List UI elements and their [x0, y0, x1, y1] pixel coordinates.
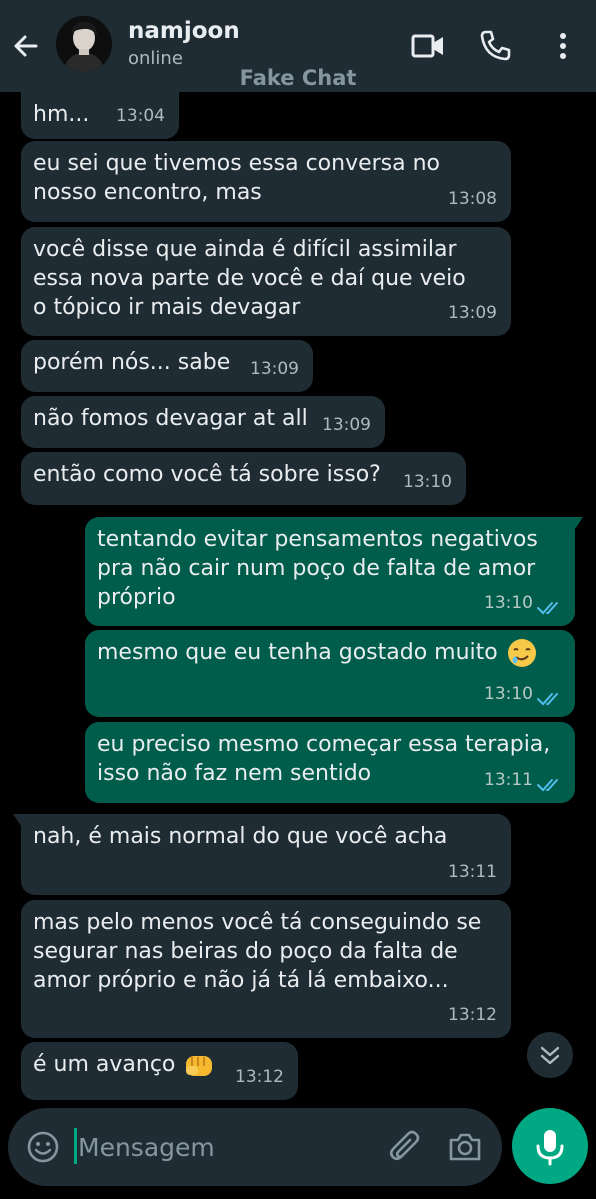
message-text: tentando evitar pensamentos negativos pr…: [97, 527, 545, 610]
message-incoming[interactable]: porém nós... sabe 13:09: [21, 340, 313, 392]
camera-button[interactable]: [446, 1128, 484, 1166]
message-incoming[interactable]: você disse que ainda é difícil assimilar…: [21, 227, 511, 336]
message-outgoing[interactable]: tentando evitar pensamentos negativos pr…: [85, 517, 583, 626]
attach-button[interactable]: [388, 1128, 424, 1166]
message-time: 13:12: [448, 1005, 497, 1025]
message-text: hm...: [33, 102, 90, 127]
emoji-button[interactable]: [24, 1128, 62, 1166]
video-call-button[interactable]: [408, 26, 448, 66]
drooling-face-emoji-icon: [507, 639, 536, 667]
message-text: então como você tá sobre isso?: [33, 462, 381, 487]
phone-icon: [480, 30, 511, 61]
message-time: 13:08: [448, 189, 497, 209]
message-outgoing[interactable]: eu preciso mesmo começar essa terapia, i…: [85, 722, 575, 803]
oncoming-fist-emoji-icon: [186, 1056, 213, 1076]
more-options-icon: [560, 33, 566, 59]
bubble-tail: [13, 814, 29, 826]
message-list[interactable]: hm... 13:04 eu sei que tivemos essa conv…: [0, 92, 596, 1104]
message-text: nah, é mais normal do que você acha: [33, 824, 448, 849]
emoji-icon: [27, 1131, 59, 1163]
message-time: 13:04: [116, 106, 165, 126]
message-incoming[interactable]: hm... 13:04: [21, 92, 179, 139]
message-incoming[interactable]: não fomos devagar at all 13:09: [21, 396, 385, 448]
message-incoming[interactable]: então como você tá sobre isso? 13:10: [21, 452, 466, 505]
message-input[interactable]: [76, 1124, 380, 1170]
message-incoming[interactable]: nah, é mais normal do que você acha 13:1…: [13, 814, 511, 895]
message-time: 13:09: [448, 303, 497, 323]
contact-avatar[interactable]: [56, 16, 112, 72]
message-composer: [8, 1108, 502, 1186]
message-outgoing[interactable]: mesmo que eu tenha gostado muito 13:10: [85, 630, 575, 717]
message-time: 13:09: [322, 415, 371, 435]
back-arrow-icon: [14, 35, 38, 57]
message-text: mas pelo menos você tá conseguindo se se…: [33, 910, 489, 993]
chat-screen: namjoon online Fake Chat hm... 13:04 eu …: [0, 0, 596, 1199]
message-time: 13:10: [484, 593, 533, 613]
voice-call-button[interactable]: [475, 26, 515, 66]
message-text: eu sei que tivemos essa conversa no noss…: [33, 151, 448, 205]
message-incoming[interactable]: é um avanço 13:12: [21, 1042, 298, 1100]
message-incoming[interactable]: mas pelo menos você tá conseguindo se se…: [21, 900, 511, 1038]
read-receipt-icon: [537, 693, 558, 706]
voice-message-button[interactable]: [512, 1108, 588, 1184]
message-text: porém nós... sabe: [33, 350, 231, 375]
camera-icon: [449, 1133, 481, 1161]
video-call-icon: [411, 34, 443, 58]
fake-chat-watermark: Fake Chat: [239, 66, 357, 90]
message-time: 13:12: [235, 1067, 284, 1087]
message-incoming[interactable]: eu sei que tivemos essa conversa no noss…: [21, 141, 511, 222]
attach-icon: [389, 1130, 420, 1161]
more-options-button[interactable]: [543, 26, 583, 66]
contact-name[interactable]: namjoon: [128, 18, 240, 44]
bubble-tail: [567, 517, 583, 529]
read-receipt-icon: [537, 779, 558, 792]
message-time: 13:11: [448, 862, 497, 882]
message-text: você disse que ainda é difícil assimilar…: [33, 237, 473, 320]
back-button[interactable]: [6, 26, 46, 66]
message-text: é um avanço: [33, 1052, 176, 1077]
read-receipt-icon: [537, 602, 558, 615]
double-chevron-down-icon: [540, 1046, 560, 1065]
chat-header: namjoon online Fake Chat: [0, 0, 596, 92]
message-time: 13:11: [484, 770, 533, 790]
message-time: 13:10: [484, 684, 533, 704]
mic-icon: [536, 1130, 564, 1166]
scroll-to-bottom-button[interactable]: [527, 1032, 573, 1078]
message-text: mesmo que eu tenha gostado muito: [97, 640, 498, 665]
message-text: não fomos devagar at all: [33, 406, 308, 431]
message-time: 13:10: [403, 472, 452, 492]
message-time: 13:09: [250, 359, 299, 379]
